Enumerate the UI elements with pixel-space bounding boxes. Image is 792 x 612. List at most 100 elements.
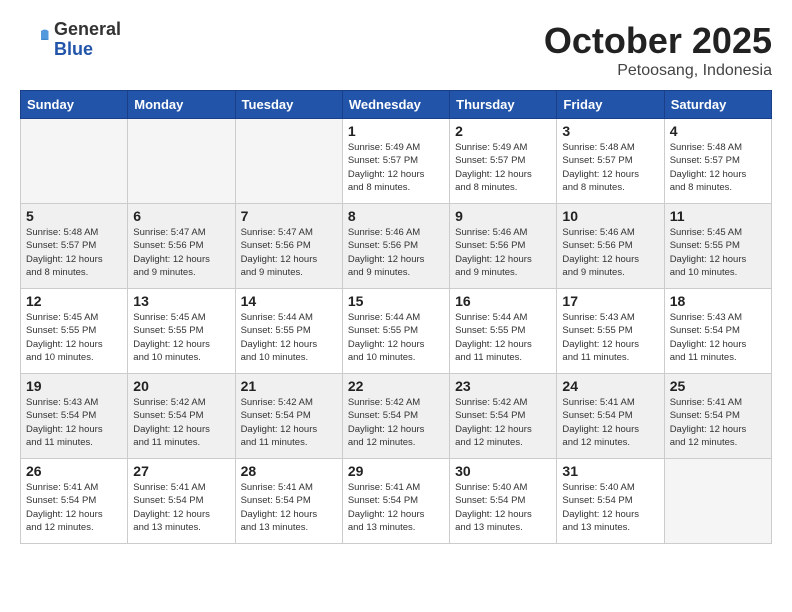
day-number: 20 xyxy=(133,378,229,394)
title-area: October 2025 Petoosang, Indonesia xyxy=(544,20,772,80)
cell-info: Sunrise: 5:43 AM Sunset: 5:55 PM Dayligh… xyxy=(562,311,658,364)
header-friday: Friday xyxy=(557,91,664,119)
cell-info: Sunrise: 5:46 AM Sunset: 5:56 PM Dayligh… xyxy=(455,226,551,279)
day-number: 5 xyxy=(26,208,122,224)
day-number: 17 xyxy=(562,293,658,309)
calendar-cell: 26 Sunrise: 5:41 AM Sunset: 5:54 PM Dayli… xyxy=(21,459,128,544)
header-tuesday: Tuesday xyxy=(235,91,342,119)
day-number: 15 xyxy=(348,293,444,309)
day-number: 21 xyxy=(241,378,337,394)
cell-info: Sunrise: 5:48 AM Sunset: 5:57 PM Dayligh… xyxy=(562,141,658,194)
calendar-header-row: SundayMondayTuesdayWednesdayThursdayFrid… xyxy=(21,91,772,119)
day-number: 23 xyxy=(455,378,551,394)
day-number: 10 xyxy=(562,208,658,224)
header: General Blue October 2025 Petoosang, Ind… xyxy=(20,20,772,80)
day-number: 18 xyxy=(670,293,766,309)
calendar-cell: 20 Sunrise: 5:42 AM Sunset: 5:54 PM Dayli… xyxy=(128,374,235,459)
day-number: 16 xyxy=(455,293,551,309)
calendar-cell: 27 Sunrise: 5:41 AM Sunset: 5:54 PM Dayli… xyxy=(128,459,235,544)
logo-icon xyxy=(20,25,50,55)
day-number: 26 xyxy=(26,463,122,479)
day-number: 7 xyxy=(241,208,337,224)
day-number: 1 xyxy=(348,123,444,139)
calendar-cell: 21 Sunrise: 5:42 AM Sunset: 5:54 PM Dayli… xyxy=(235,374,342,459)
calendar-cell: 2 Sunrise: 5:49 AM Sunset: 5:57 PM Daylig… xyxy=(450,119,557,204)
calendar-cell: 18 Sunrise: 5:43 AM Sunset: 5:54 PM Dayli… xyxy=(664,289,771,374)
calendar-cell: 10 Sunrise: 5:46 AM Sunset: 5:56 PM Dayli… xyxy=(557,204,664,289)
cell-info: Sunrise: 5:40 AM Sunset: 5:54 PM Dayligh… xyxy=(562,481,658,534)
calendar-cell: 5 Sunrise: 5:48 AM Sunset: 5:57 PM Daylig… xyxy=(21,204,128,289)
day-number: 4 xyxy=(670,123,766,139)
calendar-cell xyxy=(128,119,235,204)
calendar-cell: 6 Sunrise: 5:47 AM Sunset: 5:56 PM Daylig… xyxy=(128,204,235,289)
cell-info: Sunrise: 5:41 AM Sunset: 5:54 PM Dayligh… xyxy=(562,396,658,449)
cell-info: Sunrise: 5:41 AM Sunset: 5:54 PM Dayligh… xyxy=(133,481,229,534)
header-sunday: Sunday xyxy=(21,91,128,119)
calendar-week-5: 26 Sunrise: 5:41 AM Sunset: 5:54 PM Dayli… xyxy=(21,459,772,544)
day-number: 12 xyxy=(26,293,122,309)
cell-info: Sunrise: 5:42 AM Sunset: 5:54 PM Dayligh… xyxy=(133,396,229,449)
day-number: 28 xyxy=(241,463,337,479)
calendar-cell: 12Sunrise: 5:45 AM Sunset: 5:55 PM Dayli… xyxy=(21,289,128,374)
day-number: 6 xyxy=(133,208,229,224)
cell-info: Sunrise: 5:47 AM Sunset: 5:56 PM Dayligh… xyxy=(133,226,229,279)
cell-info: Sunrise: 5:44 AM Sunset: 5:55 PM Dayligh… xyxy=(348,311,444,364)
calendar-table: SundayMondayTuesdayWednesdayThursdayFrid… xyxy=(20,90,772,544)
day-number: 19 xyxy=(26,378,122,394)
cell-info: Sunrise: 5:46 AM Sunset: 5:56 PM Dayligh… xyxy=(348,226,444,279)
header-thursday: Thursday xyxy=(450,91,557,119)
calendar-cell: 9Sunrise: 5:46 AM Sunset: 5:56 PM Daylig… xyxy=(450,204,557,289)
cell-info: Sunrise: 5:43 AM Sunset: 5:54 PM Dayligh… xyxy=(670,311,766,364)
day-number: 29 xyxy=(348,463,444,479)
day-number: 2 xyxy=(455,123,551,139)
logo: General Blue xyxy=(20,20,121,60)
day-number: 8 xyxy=(348,208,444,224)
cell-info: Sunrise: 5:49 AM Sunset: 5:57 PM Dayligh… xyxy=(455,141,551,194)
calendar-cell: 16Sunrise: 5:44 AM Sunset: 5:55 PM Dayli… xyxy=(450,289,557,374)
day-number: 3 xyxy=(562,123,658,139)
cell-info: Sunrise: 5:43 AM Sunset: 5:54 PM Dayligh… xyxy=(26,396,122,449)
calendar-cell: 11Sunrise: 5:45 AM Sunset: 5:55 PM Dayli… xyxy=(664,204,771,289)
cell-info: Sunrise: 5:46 AM Sunset: 5:56 PM Dayligh… xyxy=(562,226,658,279)
cell-info: Sunrise: 5:48 AM Sunset: 5:57 PM Dayligh… xyxy=(670,141,766,194)
calendar-cell: 17 Sunrise: 5:43 AM Sunset: 5:55 PM Dayli… xyxy=(557,289,664,374)
calendar-cell xyxy=(235,119,342,204)
header-monday: Monday xyxy=(128,91,235,119)
calendar-cell: 30Sunrise: 5:40 AM Sunset: 5:54 PM Dayli… xyxy=(450,459,557,544)
calendar-cell: 28Sunrise: 5:41 AM Sunset: 5:54 PM Dayli… xyxy=(235,459,342,544)
cell-info: Sunrise: 5:42 AM Sunset: 5:54 PM Dayligh… xyxy=(241,396,337,449)
calendar-cell: 29 Sunrise: 5:41 AM Sunset: 5:54 PM Dayli… xyxy=(342,459,449,544)
calendar-cell: 19 Sunrise: 5:43 AM Sunset: 5:54 PM Dayli… xyxy=(21,374,128,459)
day-number: 30 xyxy=(455,463,551,479)
cell-info: Sunrise: 5:48 AM Sunset: 5:57 PM Dayligh… xyxy=(26,226,122,279)
cell-info: Sunrise: 5:47 AM Sunset: 5:56 PM Dayligh… xyxy=(241,226,337,279)
day-number: 25 xyxy=(670,378,766,394)
calendar-cell: 23Sunrise: 5:42 AM Sunset: 5:54 PM Dayli… xyxy=(450,374,557,459)
calendar-cell: 13Sunrise: 5:45 AM Sunset: 5:55 PM Dayli… xyxy=(128,289,235,374)
day-number: 11 xyxy=(670,208,766,224)
cell-info: Sunrise: 5:49 AM Sunset: 5:57 PM Dayligh… xyxy=(348,141,444,194)
cell-info: Sunrise: 5:42 AM Sunset: 5:54 PM Dayligh… xyxy=(348,396,444,449)
day-number: 27 xyxy=(133,463,229,479)
calendar-cell: 3 Sunrise: 5:48 AM Sunset: 5:57 PM Daylig… xyxy=(557,119,664,204)
calendar-cell: 7 Sunrise: 5:47 AM Sunset: 5:56 PM Daylig… xyxy=(235,204,342,289)
calendar-cell: 22Sunrise: 5:42 AM Sunset: 5:54 PM Dayli… xyxy=(342,374,449,459)
calendar-cell: 15 Sunrise: 5:44 AM Sunset: 5:55 PM Dayli… xyxy=(342,289,449,374)
calendar-cell: 14Sunrise: 5:44 AM Sunset: 5:55 PM Dayli… xyxy=(235,289,342,374)
calendar-cell: 8 Sunrise: 5:46 AM Sunset: 5:56 PM Daylig… xyxy=(342,204,449,289)
calendar-cell: 1 Sunrise: 5:49 AM Sunset: 5:57 PM Daylig… xyxy=(342,119,449,204)
cell-info: Sunrise: 5:41 AM Sunset: 5:54 PM Dayligh… xyxy=(670,396,766,449)
header-wednesday: Wednesday xyxy=(342,91,449,119)
day-number: 13 xyxy=(133,293,229,309)
day-number: 14 xyxy=(241,293,337,309)
calendar-cell: 4 Sunrise: 5:48 AM Sunset: 5:57 PM Daylig… xyxy=(664,119,771,204)
calendar-week-4: 19 Sunrise: 5:43 AM Sunset: 5:54 PM Dayli… xyxy=(21,374,772,459)
day-number: 31 xyxy=(562,463,658,479)
cell-info: Sunrise: 5:41 AM Sunset: 5:54 PM Dayligh… xyxy=(348,481,444,534)
calendar-week-3: 12Sunrise: 5:45 AM Sunset: 5:55 PM Dayli… xyxy=(21,289,772,374)
logo-general-text: General xyxy=(54,20,121,40)
month-title: October 2025 xyxy=(544,20,772,62)
cell-info: Sunrise: 5:41 AM Sunset: 5:54 PM Dayligh… xyxy=(26,481,122,534)
calendar-cell xyxy=(21,119,128,204)
calendar-cell xyxy=(664,459,771,544)
